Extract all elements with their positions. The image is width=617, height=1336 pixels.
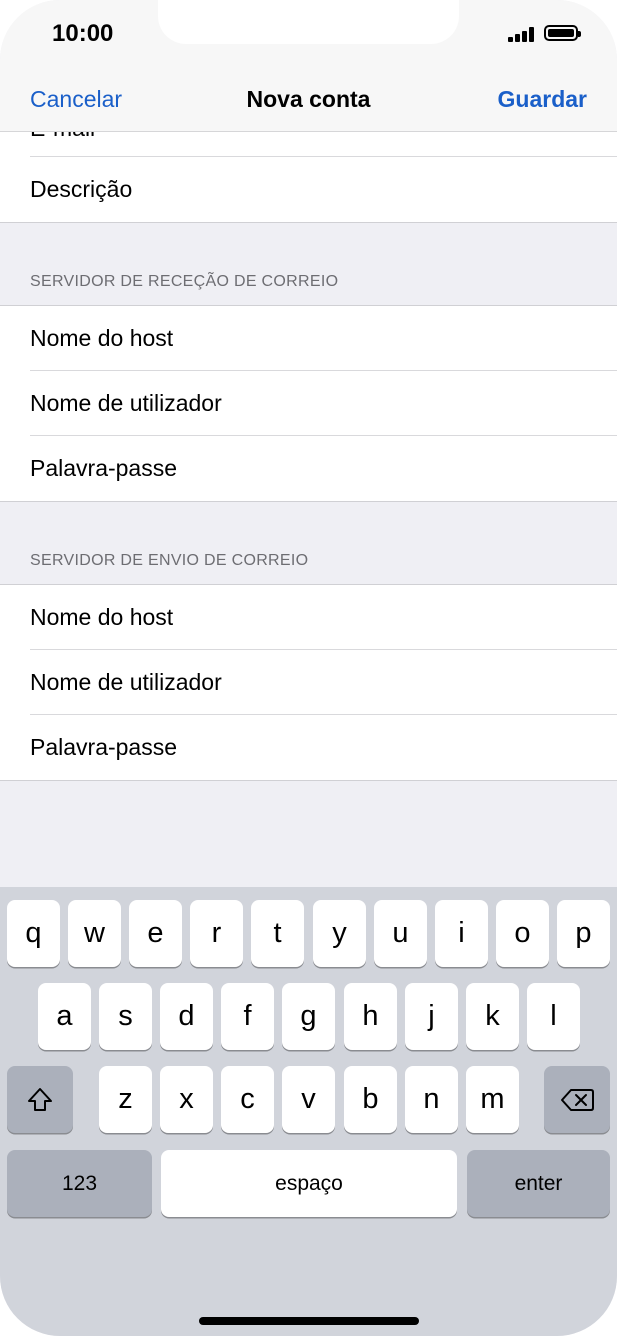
outgoing-hostname-label: Nome do host xyxy=(30,604,174,630)
key-l[interactable]: l xyxy=(527,983,580,1050)
key-p[interactable]: p xyxy=(557,900,610,967)
backspace-icon xyxy=(561,1088,594,1111)
incoming-hostname-label: Nome do host xyxy=(30,325,174,351)
enter-key[interactable]: enter xyxy=(467,1150,610,1217)
incoming-username-label: Nome de utilizador xyxy=(30,390,222,416)
key-q[interactable]: q xyxy=(7,900,60,967)
key-u[interactable]: u xyxy=(374,900,427,967)
notch xyxy=(158,0,459,44)
key-b[interactable]: b xyxy=(344,1066,397,1133)
key-i[interactable]: i xyxy=(435,900,488,967)
shift-arrow-icon xyxy=(28,1087,52,1111)
account-group: E-mail Descrição xyxy=(0,132,617,223)
key-y[interactable]: y xyxy=(313,900,366,967)
status-time: 10:00 xyxy=(52,20,114,47)
outgoing-password-label: Palavra-passe xyxy=(30,734,178,760)
backspace-key[interactable] xyxy=(544,1066,610,1133)
incoming-server-header: SERVIDOR DE RECEÇÃO DE CORREIO xyxy=(0,223,617,306)
key-a[interactable]: a xyxy=(38,983,91,1050)
key-t[interactable]: t xyxy=(251,900,304,967)
cellular-signal-icon xyxy=(508,26,538,42)
navigation-bar: Cancelar Nova conta Guardar xyxy=(0,70,617,132)
key-k[interactable]: k xyxy=(466,983,519,1050)
outgoing-server-group: Nome do host Nome de utilizador Palavra-… xyxy=(0,585,617,781)
key-n[interactable]: n xyxy=(405,1066,458,1133)
save-button[interactable]: Guardar xyxy=(498,86,587,113)
incoming-hostname-field[interactable]: Nome do host xyxy=(30,306,617,371)
numbers-key[interactable]: 123 xyxy=(7,1150,152,1217)
incoming-username-field[interactable]: Nome de utilizador xyxy=(30,371,617,436)
status-bar: 10:00 xyxy=(0,0,617,70)
key-j[interactable]: j xyxy=(405,983,458,1050)
home-indicator[interactable] xyxy=(199,1317,419,1325)
shift-key[interactable] xyxy=(7,1066,73,1133)
key-r[interactable]: r xyxy=(190,900,243,967)
outgoing-hostname-field[interactable]: Nome do host xyxy=(30,585,617,650)
description-field-label: Descrição xyxy=(30,176,133,202)
key-h[interactable]: h xyxy=(344,983,397,1050)
key-d[interactable]: d xyxy=(160,983,213,1050)
key-s[interactable]: s xyxy=(99,983,152,1050)
description-field[interactable]: Descrição xyxy=(30,157,617,222)
keyboard: q w e r t y u i o p a s d f g h j k l z … xyxy=(0,887,617,1336)
outgoing-server-header: SERVIDOR DE ENVIO DE CORREIO xyxy=(0,502,617,585)
key-g[interactable]: g xyxy=(282,983,335,1050)
email-field-label: E-mail xyxy=(30,132,95,141)
key-f[interactable]: f xyxy=(221,983,274,1050)
email-field[interactable]: E-mail xyxy=(30,132,617,157)
key-m[interactable]: m xyxy=(466,1066,519,1133)
incoming-password-label: Palavra-passe xyxy=(30,455,178,481)
battery-icon xyxy=(544,25,581,41)
key-e[interactable]: e xyxy=(129,900,182,967)
outgoing-password-field[interactable]: Palavra-passe xyxy=(30,715,617,780)
key-v[interactable]: v xyxy=(282,1066,335,1133)
account-form: E-mail Descrição SERVIDOR DE RECEÇÃO DE … xyxy=(0,132,617,781)
cancel-button[interactable]: Cancelar xyxy=(30,86,122,113)
key-o[interactable]: o xyxy=(496,900,549,967)
phone-screen: 10:00 Cancelar Nova conta Guardar E-mail… xyxy=(0,0,617,1336)
space-key[interactable]: espaço xyxy=(161,1150,457,1217)
outgoing-username-field[interactable]: Nome de utilizador xyxy=(30,650,617,715)
key-w[interactable]: w xyxy=(68,900,121,967)
key-c[interactable]: c xyxy=(221,1066,274,1133)
incoming-server-group: Nome do host Nome de utilizador Palavra-… xyxy=(0,306,617,502)
key-x[interactable]: x xyxy=(160,1066,213,1133)
outgoing-username-label: Nome de utilizador xyxy=(30,669,222,695)
key-z[interactable]: z xyxy=(99,1066,152,1133)
incoming-password-field[interactable]: Palavra-passe xyxy=(30,436,617,501)
